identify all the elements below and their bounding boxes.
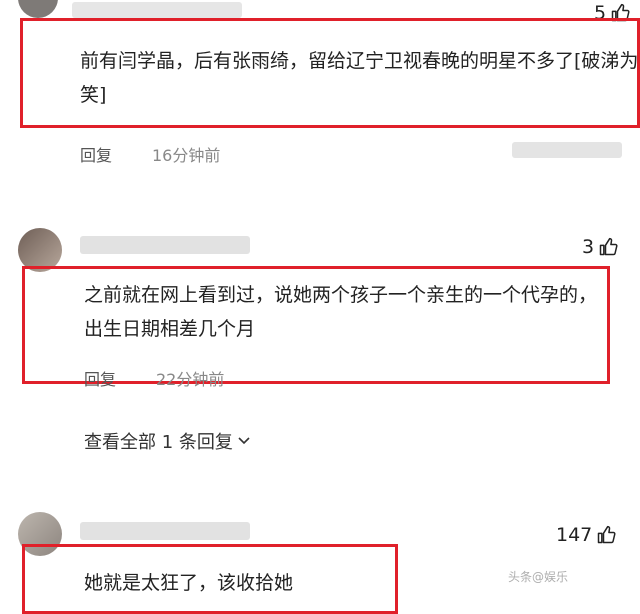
watermark: 头条@娱乐 (508, 570, 569, 584)
timestamp: 22分钟前 (156, 370, 225, 389)
timestamp: 16分钟前 (152, 146, 221, 165)
thumbs-up-icon (599, 237, 618, 256)
like-button[interactable]: 3 (582, 236, 618, 258)
comment-text: 她就是太狂了，该收拾她 (84, 572, 294, 594)
chevron-down-icon (238, 437, 250, 445)
comment-text: 之前就在网上看到过，说她两个孩子一个亲生的一个代孕的，出生日期相差几个月 (84, 284, 598, 340)
like-count: 3 (582, 236, 595, 258)
like-button[interactable]: 147 (556, 524, 616, 546)
view-all-replies-button[interactable]: 查看全部 1 条回复 (84, 428, 251, 454)
location-blurred (512, 142, 622, 158)
like-count: 147 (556, 524, 593, 546)
avatar[interactable] (18, 0, 58, 18)
thumbs-up-icon (598, 525, 616, 544)
comment-text: 前有闫学晶，后有张雨绮，留给辽宁卫视春晚的明星不多了[破涕为笑] (80, 50, 639, 106)
reply-button[interactable]: 回复 (80, 142, 112, 166)
username-blurred (80, 236, 250, 254)
username-blurred (72, 2, 242, 18)
view-replies-label: 查看全部 1 条回复 (84, 432, 233, 453)
username-blurred (80, 522, 250, 540)
reply-button[interactable]: 回复 (84, 366, 116, 390)
